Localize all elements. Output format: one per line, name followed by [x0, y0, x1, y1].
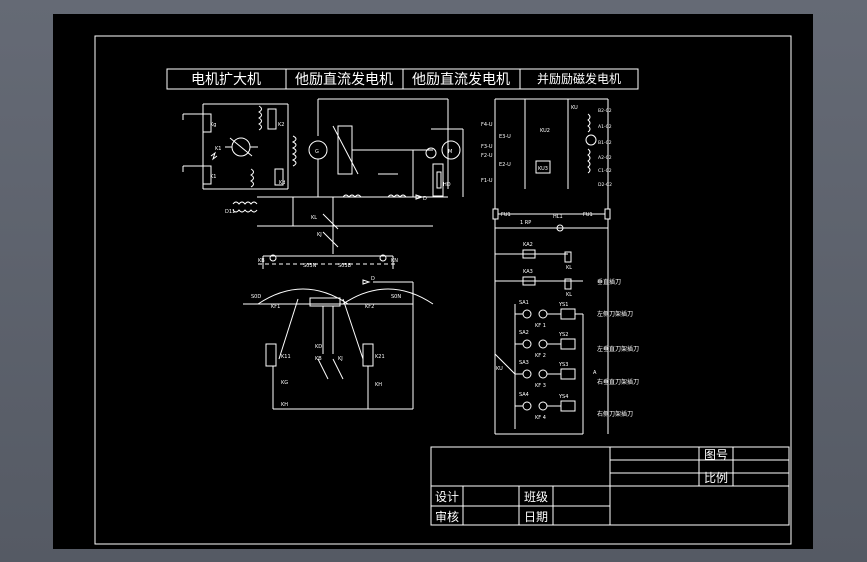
label-kh2: KH [375, 382, 382, 388]
tb-design: 设计 [435, 490, 459, 504]
title-generator-2: 他励直流发电机 [412, 71, 510, 88]
label-kl2: KL [566, 292, 572, 298]
label-kj2: KJ [338, 356, 343, 362]
note-5: 右侧刀架插刀 [597, 410, 633, 418]
label-kd2: KD [315, 344, 322, 350]
drawing-border [94, 35, 792, 545]
generator-loop: G M HD D [308, 98, 464, 202]
label-kg: Kg [210, 122, 216, 128]
title-row: 电机扩大机 他励直流发电机 他励直流发电机 并励励磁发电机 [166, 68, 639, 90]
note-1: 垂直插刀 [597, 278, 621, 286]
label-a1: A [593, 370, 597, 376]
label-g: G [315, 149, 319, 155]
tb-class: 班级 [524, 490, 548, 504]
label-fu1b: FU1 [583, 212, 593, 218]
tb-scale: 比例 [704, 471, 728, 485]
label-sa3: SA3 [519, 360, 529, 366]
label-sa2: SA2 [519, 330, 529, 336]
label-e3u: E3-U [499, 134, 511, 140]
label-sd: S0D [251, 294, 261, 300]
label-hl1: HL1 [553, 214, 563, 220]
label-ys3: YS3 [558, 362, 568, 368]
label-ys4: YS4 [558, 394, 568, 400]
title-generator-1: 他励直流发电机 [295, 71, 393, 88]
d11-section: D11 KL KJ KB KN S03N S03B [225, 196, 433, 269]
label-b1c2: B1-C2 [598, 140, 612, 146]
label-k1: K1 [210, 174, 216, 180]
tb-review: 审核 [435, 509, 459, 524]
label-ys1: YS1 [558, 302, 568, 308]
label-f4u: F4-U [481, 122, 493, 128]
label-d2: D [371, 276, 375, 282]
label-f3u: F3-U [481, 144, 493, 150]
tb-date: 日期 [524, 510, 548, 524]
label-kj: KJ [317, 232, 322, 238]
title-block: 图号 比例 设计 班级 审核 日期 [430, 446, 790, 526]
label-s03b: S03B [338, 263, 352, 269]
label-a1c2: A1-C2 [598, 124, 612, 130]
label-kh: KH [281, 402, 288, 408]
label-kf3r: KF 3 [535, 383, 546, 389]
label-b2c2: B2-C2 [598, 108, 612, 114]
note-2: 左侧刀架插刀 [597, 310, 633, 318]
schematic: 电机扩大机 他励直流发电机 他励直流发电机 并励励磁发电机 Kg K1 K2 K… [94, 35, 792, 545]
label-ka2: KA2 [523, 242, 533, 248]
label-kg2: KG [281, 380, 288, 386]
label-ku3: KU3 [538, 166, 548, 172]
label-kl: KL [311, 215, 317, 221]
note-4: 右垂直刀架插刀 [597, 378, 639, 386]
title-exciter: 并励励磁发电机 [537, 71, 621, 86]
label-ku4: KU [496, 366, 503, 372]
label-kl: KL [566, 265, 572, 271]
label-kf2r: KF 2 [535, 353, 546, 359]
label-kb: KB [258, 258, 265, 264]
label-f2u: F2-U [481, 153, 493, 159]
label-ys2: YS2 [558, 332, 568, 338]
drawing-sheet: 电机扩大机 他励直流发电机 他励直流发电机 并励励磁发电机 Kg K1 K2 K… [53, 14, 813, 549]
label-f1u: F1-U [481, 178, 493, 184]
label-c1c2: C1-C2 [598, 168, 612, 174]
label-kf2: KF2 [365, 304, 374, 310]
label-kn: KN [391, 258, 398, 264]
label-sa1: SA1 [519, 300, 529, 306]
label-m: M [448, 149, 452, 155]
label-s03n: S03N [303, 263, 317, 269]
label-k21: K21 [375, 354, 385, 360]
label-ka3: KA3 [523, 269, 533, 275]
label-kf1r: KF 1 [535, 323, 546, 329]
cad-viewport: 电机扩大机 他励直流发电机 他励直流发电机 并励励磁发电机 Kg K1 K2 K… [0, 0, 867, 562]
label-k1b: K1 [215, 146, 221, 152]
amplidyne-circuit: Kg K1 K2 Kd K1 [182, 103, 297, 190]
label-d: D [423, 196, 427, 202]
label-d2c2: D2-C2 [598, 182, 612, 188]
label-kd: Kd [279, 180, 285, 186]
label-fu1a: FU1 [501, 212, 511, 218]
tb-drawing-no: 图号 [704, 448, 728, 462]
exciter-circuit: F4-U E3-U F3-U F2-U E2-U F1-U KU2 KU3 KU… [481, 98, 639, 435]
label-k11: K11 [281, 354, 291, 360]
title-amplidyne: 电机扩大机 [191, 72, 261, 88]
label-k2: K2 [278, 122, 284, 128]
label-d11: D11 [225, 209, 235, 215]
sa-rows: SA1 YS1 KF 1 左侧刀架插刀 SA2 YS2 KF 2 左垂直刀架插刀… [494, 300, 639, 435]
label-sn: S0N [391, 294, 401, 300]
note-3: 左垂直刀架插刀 [597, 345, 639, 353]
label-a2c2: A2-C2 [598, 155, 612, 161]
label-ku2: KU2 [540, 128, 550, 134]
label-sa4: SA4 [519, 392, 529, 398]
label-kf1: KF1 [271, 304, 280, 310]
control-section: D S0D S0N KF1 KF2 K11 K21 KG KH KD KB KJ… [243, 276, 434, 410]
label-rp: 1 RP [520, 220, 531, 226]
label-hd: HD [443, 182, 451, 188]
label-kf4r: KF 4 [535, 415, 546, 421]
label-e2u: E2-U [499, 162, 511, 168]
label-ku: KU [571, 105, 578, 111]
